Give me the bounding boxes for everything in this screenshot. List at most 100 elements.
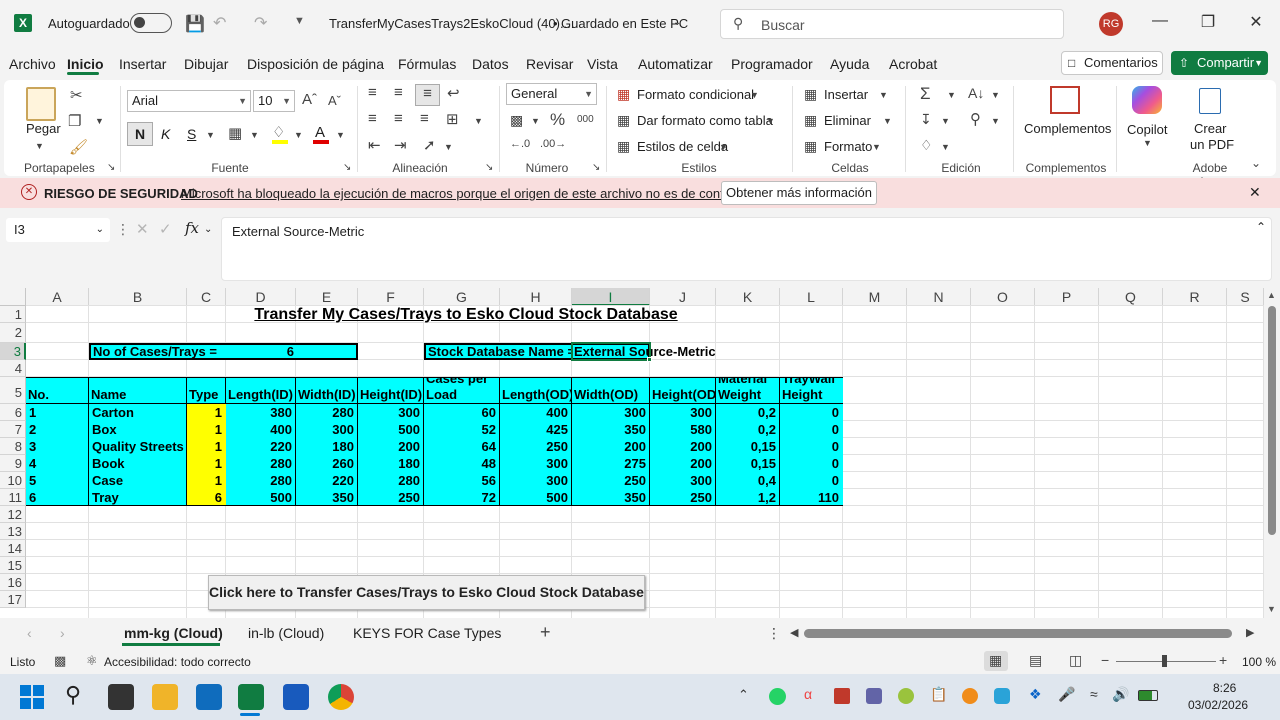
collapse-ribbon-icon[interactable]: ⌄ — [1251, 156, 1261, 170]
decrease-indent-icon[interactable]: ⇤ — [368, 136, 381, 154]
close-icon[interactable]: ✕ — [1242, 12, 1270, 32]
scroll-left-icon[interactable]: ◀ — [790, 626, 798, 639]
table-cell[interactable]: Tray — [89, 489, 186, 506]
tab-revisar[interactable]: Revisar — [526, 56, 573, 72]
table-cell[interactable]: 0 — [780, 421, 842, 438]
font-name-select[interactable]: Arial ▼ — [127, 90, 251, 112]
align-left-icon[interactable]: ≡ — [368, 110, 377, 127]
column-header-f[interactable]: F — [358, 288, 424, 306]
close-security-bar-icon[interactable]: ✕ — [1249, 184, 1261, 201]
fill-color-icon[interactable]: ♢ — [272, 123, 285, 141]
column-header-o[interactable]: O — [971, 288, 1035, 306]
table-cell[interactable]: 350 — [296, 489, 357, 506]
save-status[interactable]: Guardado en Este PC — [561, 16, 688, 31]
table-cell[interactable]: 580 — [650, 421, 715, 438]
column-header-r[interactable]: R — [1163, 288, 1227, 306]
table-cell[interactable]: 1 — [187, 438, 225, 455]
increase-font-icon[interactable]: Aˆ — [302, 91, 317, 108]
share-button[interactable]: ⇧ Compartir ▼ — [1171, 51, 1268, 75]
bluetooth-icon[interactable]: ❖ — [1029, 686, 1042, 703]
format-cells-button[interactable]: Formato — [824, 139, 872, 154]
column-header-q[interactable]: Q — [1099, 288, 1163, 306]
row-header-17[interactable]: 17 — [0, 591, 26, 608]
tab-automatizar[interactable]: Automatizar — [638, 56, 713, 72]
tray-overflow-icon[interactable]: ⌃ — [738, 687, 749, 703]
page-layout-icon[interactable]: ▤ — [1029, 652, 1042, 669]
tray-red-icon[interactable] — [834, 688, 850, 704]
customize-qat-icon[interactable]: ▼ — [294, 15, 305, 27]
font-size-select[interactable]: 10 ▼ — [253, 90, 295, 112]
search-box[interactable]: ⚲ Buscar — [720, 9, 1064, 39]
cut-icon[interactable]: ✂ — [70, 86, 83, 104]
file-explorer-icon[interactable] — [152, 684, 178, 710]
table-cell[interactable]: 110 — [780, 489, 842, 506]
outlook-icon[interactable] — [196, 684, 222, 710]
chrome-icon[interactable] — [328, 684, 354, 710]
tab-programador[interactable]: Programador — [731, 56, 813, 72]
clock-time[interactable]: 8:26 — [1213, 681, 1236, 695]
table-cell[interactable]: 64 — [424, 438, 499, 455]
macro-recorder-icon[interactable]: ▩ — [54, 653, 66, 669]
row-header-1[interactable]: 1 — [0, 306, 26, 323]
column-header-s[interactable]: S — [1227, 288, 1264, 306]
comments-button[interactable]: □ Comentarios — [1061, 51, 1163, 75]
table-cell[interactable]: 1 — [187, 421, 225, 438]
column-header-l[interactable]: L — [780, 288, 843, 306]
chevron-down-icon[interactable]: ⌄ — [673, 17, 681, 28]
table-cell[interactable]: 250 — [650, 489, 715, 506]
table-cell[interactable]: 220 — [296, 472, 357, 489]
column-header-j[interactable]: J — [650, 288, 716, 306]
add-sheet-icon[interactable]: + — [540, 622, 551, 643]
table-cell[interactable]: Book — [89, 455, 186, 472]
tab-vista[interactable]: Vista — [587, 56, 618, 72]
table-cell[interactable]: 280 — [296, 404, 357, 421]
table-cell[interactable]: 0,15 — [716, 438, 779, 455]
excel-taskbar-icon[interactable] — [238, 684, 264, 710]
table-cell[interactable]: 300 — [358, 404, 423, 421]
conditional-format-button[interactable]: Formato condicional — [637, 87, 754, 102]
table-cell[interactable]: 250 — [358, 489, 423, 506]
align-middle-icon[interactable]: ≡ — [394, 84, 403, 101]
font-launcher-icon[interactable]: ↘ — [343, 162, 351, 173]
table-cell[interactable]: 48 — [424, 455, 499, 472]
tab-datos[interactable]: Datos — [472, 56, 509, 72]
table-cell[interactable]: 5 — [26, 472, 88, 489]
table-cell[interactable]: 500 — [358, 421, 423, 438]
microphone-icon[interactable]: 🎤 — [1058, 686, 1075, 703]
tray-blue-icon[interactable] — [994, 688, 1010, 704]
table-cell[interactable]: 0 — [780, 472, 842, 489]
zoom-level[interactable]: 100 % — [1242, 655, 1276, 669]
column-header-a[interactable]: A — [26, 288, 89, 306]
table-cell[interactable]: 220 — [226, 438, 295, 455]
italic-button[interactable]: K — [161, 126, 170, 142]
table-cell[interactable]: 6 — [187, 489, 225, 506]
row-header-15[interactable]: 15 — [0, 557, 26, 574]
teams-icon[interactable] — [866, 688, 882, 704]
tab-dibujar[interactable]: Dibujar — [184, 56, 228, 72]
align-bottom-icon[interactable]: ≡ — [415, 84, 440, 106]
horizontal-scroll-thumb[interactable] — [804, 629, 1232, 638]
table-cell[interactable]: 350 — [572, 489, 649, 506]
bold-button[interactable]: N — [127, 122, 153, 146]
align-center-icon[interactable]: ≡ — [394, 110, 403, 127]
row-header-14[interactable]: 14 — [0, 540, 26, 557]
whatsapp-icon[interactable] — [769, 688, 786, 705]
table-cell[interactable]: 260 — [296, 455, 357, 472]
autosave-toggle[interactable] — [130, 13, 172, 33]
security-message[interactable]: Microsoft ha bloqueado la ejecución de m… — [181, 186, 758, 201]
table-cell[interactable]: 52 — [424, 421, 499, 438]
insert-function-icon[interactable]: fx — [185, 219, 199, 237]
zoom-out-icon[interactable]: − — [1101, 652, 1109, 668]
row-header-10[interactable]: 10 — [0, 472, 26, 489]
table-cell[interactable]: 0 — [780, 455, 842, 472]
tab-formulas[interactable]: Fórmulas — [398, 56, 456, 72]
row-header-7[interactable]: 7 — [0, 421, 26, 438]
clipboard-launcher-icon[interactable]: ↘ — [107, 162, 115, 173]
undo-icon[interactable]: ↶ — [213, 13, 226, 33]
orientation-icon[interactable]: ➚ — [423, 136, 436, 154]
table-cell[interactable]: 200 — [358, 438, 423, 455]
row-header-6[interactable]: 6 — [0, 404, 26, 421]
column-header-n[interactable]: N — [907, 288, 971, 306]
increase-indent-icon[interactable]: ⇥ — [394, 136, 407, 154]
volume-icon[interactable]: 🔊 — [1112, 686, 1129, 703]
